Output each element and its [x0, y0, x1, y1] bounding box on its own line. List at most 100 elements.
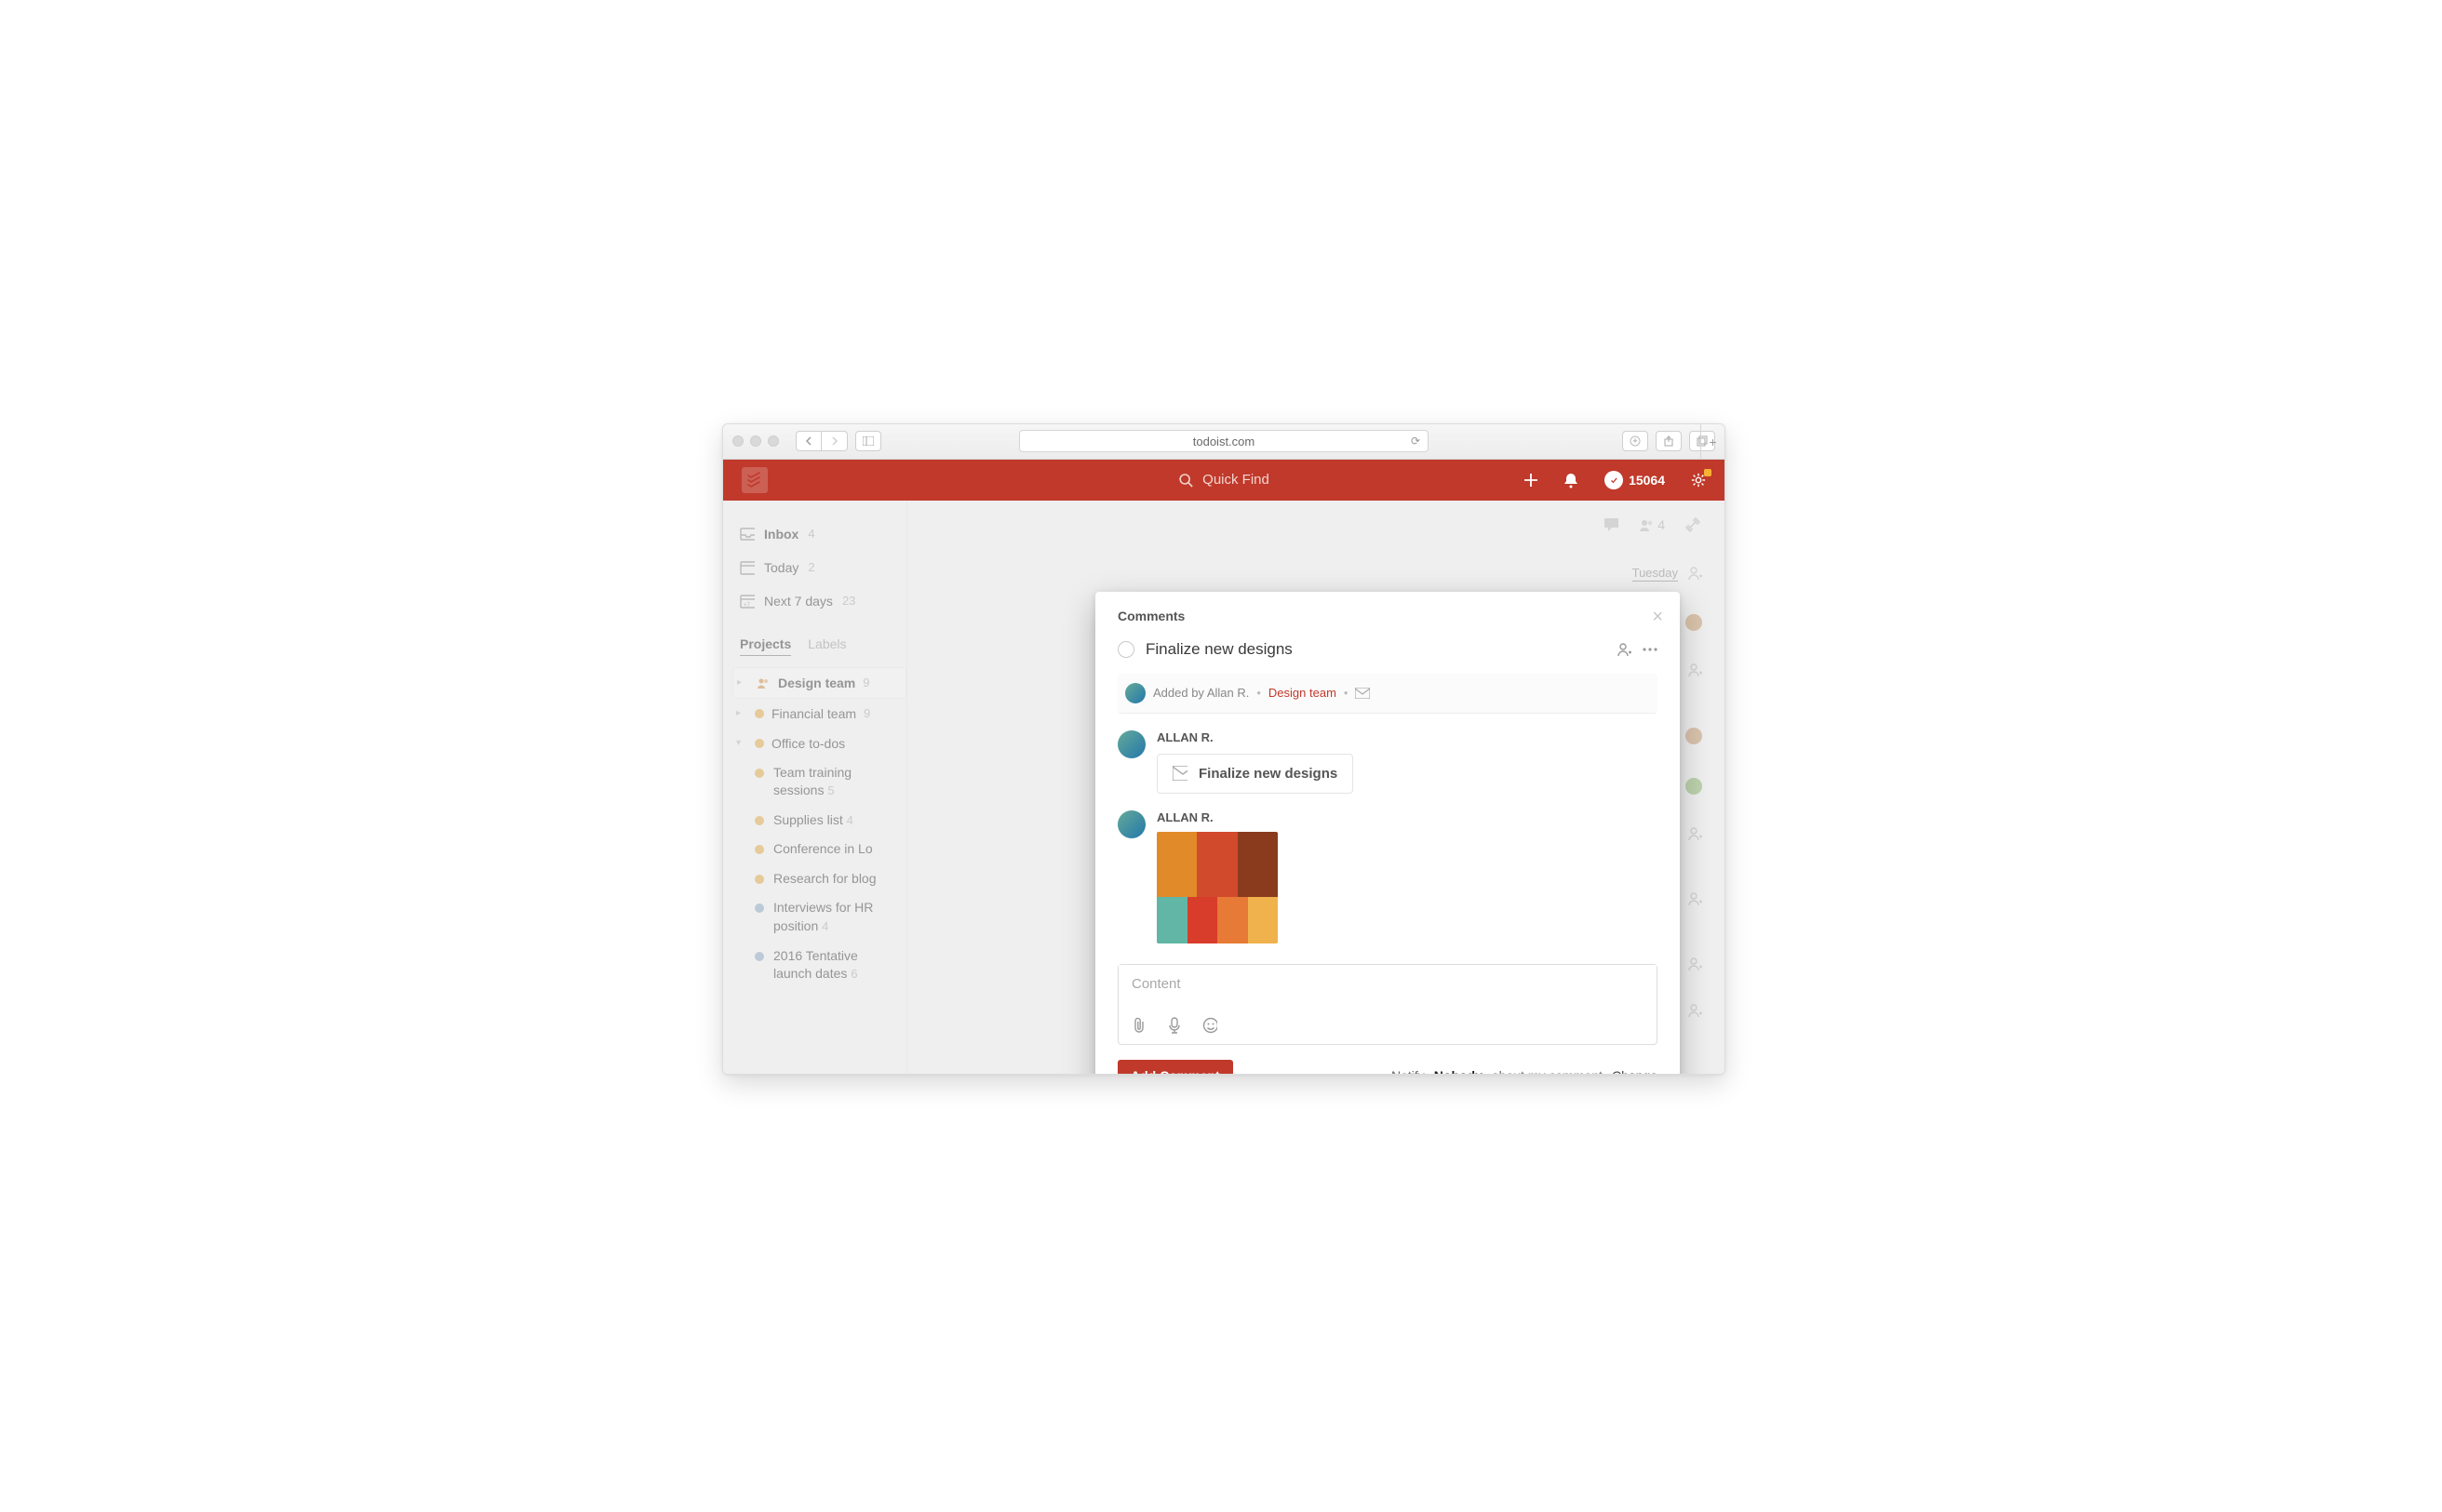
project-color-icon: [755, 875, 764, 884]
add-task-icon[interactable]: [1523, 473, 1537, 488]
url-text: todoist.com: [1193, 435, 1255, 448]
project-link[interactable]: Design team: [1268, 686, 1336, 700]
project-color-icon: [755, 845, 764, 854]
sidebar-next7[interactable]: +7 Next 7 days 23: [723, 584, 906, 618]
project-office-todos[interactable]: ▾ Office to-dos: [732, 729, 906, 758]
tab-labels[interactable]: Labels: [808, 636, 846, 656]
avatar-icon: [1118, 810, 1146, 838]
karma-badge[interactable]: 15064: [1604, 471, 1665, 489]
reload-icon[interactable]: ⟳: [1411, 435, 1420, 448]
comment-author: ALLAN R.: [1157, 810, 1278, 824]
attach-icon[interactable]: [1132, 1018, 1147, 1033]
list-item[interactable]: 2016 Tentative launch dates 6: [723, 942, 906, 989]
mail-icon[interactable]: [1355, 686, 1370, 701]
search-icon: [1178, 473, 1193, 488]
task-row-meta[interactable]: [1678, 1003, 1702, 1018]
project-label: Financial team: [772, 706, 856, 721]
notifications-icon[interactable]: [1563, 473, 1578, 488]
chevron-right-icon: ▸: [736, 708, 747, 718]
task-row-meta[interactable]: Tuesday: [1632, 566, 1702, 582]
comments-modal: Comments × Finalize new designs Added by…: [1095, 592, 1680, 1075]
traffic-close[interactable]: [732, 435, 744, 447]
close-icon[interactable]: ×: [1652, 607, 1663, 628]
task-meta: Added by Allan R. • Design team •: [1118, 674, 1657, 714]
avatar-icon: [1125, 683, 1146, 703]
comments-icon[interactable]: [1603, 517, 1618, 532]
karma-icon: [1604, 471, 1623, 489]
emoji-icon[interactable]: [1202, 1018, 1217, 1033]
sidebar-next7-label: Next 7 days: [764, 594, 833, 609]
task-title: Finalize new designs: [1146, 640, 1293, 659]
comment-author: ALLAN R.: [1157, 730, 1353, 744]
project-design-team[interactable]: ▸ Design team 9: [732, 667, 906, 699]
sidebar-today-label: Today: [764, 560, 798, 575]
assign-icon: [1687, 566, 1702, 581]
more-icon[interactable]: [1643, 642, 1657, 657]
svg-text:+7: +7: [744, 603, 751, 609]
sidebar-inbox[interactable]: Inbox 4: [723, 517, 906, 551]
sidebar: Inbox 4 Today 2 +7 Next 7 days 23 Projec…: [723, 501, 907, 1074]
quick-find[interactable]: Quick Find: [1178, 472, 1269, 488]
image-attachment[interactable]: [1157, 832, 1278, 943]
project-color-icon: [755, 709, 764, 718]
calendar7-icon: +7: [740, 594, 755, 609]
due-label: Tuesday: [1632, 566, 1678, 582]
traffic-max[interactable]: [768, 435, 779, 447]
modal-title: Comments: [1118, 609, 1657, 623]
quick-find-placeholder: Quick Find: [1202, 472, 1269, 488]
mail-icon: [1173, 766, 1187, 781]
logo-icon[interactable]: [742, 467, 768, 493]
traffic-min[interactable]: [750, 435, 761, 447]
comment-input[interactable]: [1119, 965, 1657, 1010]
email-subject: Finalize new designs: [1199, 766, 1337, 782]
chevron-down-icon: ▾: [736, 738, 747, 748]
project-color-icon: [755, 816, 764, 825]
comment-compose: [1118, 964, 1657, 1045]
modal-task-header: Finalize new designs: [1118, 640, 1657, 659]
change-notify-link[interactable]: Change: [1612, 1068, 1657, 1075]
nav-back-button[interactable]: [796, 431, 822, 451]
assign-icon: [1687, 957, 1702, 971]
tab-projects[interactable]: Projects: [740, 636, 791, 656]
list-item[interactable]: Supplies list 4: [723, 806, 906, 836]
project-color-icon: [755, 952, 764, 961]
project-color-icon: [755, 739, 764, 748]
task-label: Conference in Lo: [773, 840, 873, 859]
task-label: Supplies list 4: [773, 811, 853, 830]
share-button[interactable]: [1656, 431, 1682, 451]
task-checkbox[interactable]: [1118, 641, 1134, 658]
task-label: Team training sessions 5: [773, 764, 897, 800]
app-header: Quick Find 15064: [723, 460, 1724, 501]
project-label: Design team: [778, 676, 855, 690]
mic-icon[interactable]: [1167, 1018, 1182, 1033]
nav-forward-button[interactable]: [822, 431, 848, 451]
assign-icon[interactable]: [1617, 642, 1631, 657]
settings-icon[interactable]: [1691, 473, 1706, 488]
inbox-icon: [740, 527, 755, 542]
share-project-button[interactable]: 4: [1639, 517, 1665, 532]
avatar-icon: [1118, 730, 1146, 758]
project-color-icon: [755, 769, 764, 778]
project-financial-team[interactable]: ▸ Financial team 9: [732, 699, 906, 729]
downloads-button[interactable]: [1622, 431, 1648, 451]
add-comment-button[interactable]: Add Comment: [1118, 1060, 1233, 1075]
list-item[interactable]: Conference in Lo: [723, 835, 906, 864]
address-bar[interactable]: todoist.com ⟳: [1019, 430, 1429, 452]
traffic-lights: [732, 435, 779, 447]
comment-item: ALLAN R.: [1118, 810, 1657, 943]
tools-icon[interactable]: [1685, 517, 1700, 532]
task-label: Research for blog: [773, 870, 877, 889]
people-count: 4: [1657, 517, 1665, 532]
list-item[interactable]: Interviews for HR position 4: [723, 893, 906, 941]
karma-count: 15064: [1629, 473, 1665, 488]
list-item[interactable]: Research for blog: [723, 864, 906, 894]
calendar-icon: [740, 560, 755, 575]
sidebar-today[interactable]: Today 2: [723, 551, 906, 584]
browser-chrome: todoist.com ⟳ +: [723, 424, 1724, 460]
sidebar-toggle-button[interactable]: [855, 431, 881, 451]
new-tab-button[interactable]: +: [1700, 424, 1724, 460]
added-by-text: Added by Allan R.: [1153, 686, 1249, 700]
email-attachment[interactable]: Finalize new designs: [1157, 754, 1353, 794]
list-item[interactable]: Team training sessions 5: [723, 758, 906, 806]
sidebar-inbox-label: Inbox: [764, 527, 798, 542]
